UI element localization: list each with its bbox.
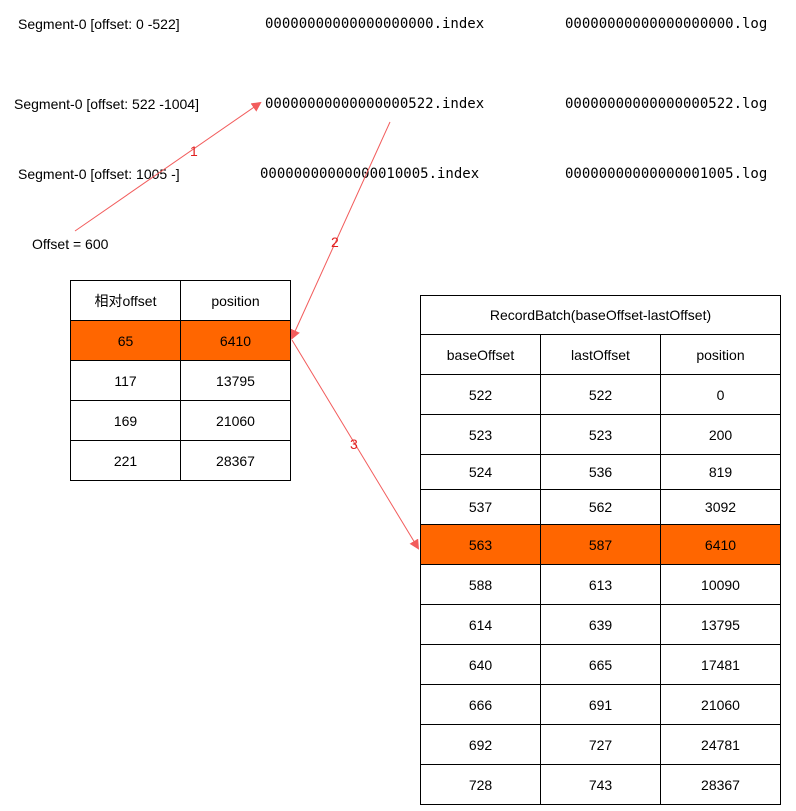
- table-row: 640 665 17481: [420, 644, 781, 685]
- table-cell: 587: [540, 524, 661, 565]
- table-row: 117 13795: [70, 360, 291, 401]
- table-cell: 24781: [660, 724, 781, 765]
- table-row: 537 562 3092: [420, 489, 781, 525]
- table-cell: 728: [420, 764, 541, 805]
- table-cell: 3092: [660, 489, 781, 525]
- column-header: position: [180, 280, 291, 321]
- table-cell: 522: [420, 374, 541, 415]
- table-cell: 691: [540, 684, 661, 725]
- table-cell: 65: [70, 320, 181, 361]
- table-cell: 692: [420, 724, 541, 765]
- table-cell: 523: [420, 414, 541, 455]
- table-caption: RecordBatch(baseOffset-lastOffset): [420, 295, 781, 335]
- record-batch-table: RecordBatch(baseOffset-lastOffset) baseO…: [420, 295, 781, 805]
- table-cell: 17481: [660, 644, 781, 685]
- table-cell: 221: [70, 440, 181, 481]
- table-cell: 21060: [180, 400, 291, 441]
- step-label: 2: [331, 234, 339, 250]
- table-cell: 562: [540, 489, 661, 525]
- table-row-highlighted: 563 587 6410: [420, 524, 781, 565]
- step-label: 3: [350, 436, 358, 452]
- step-label: 1: [190, 143, 198, 159]
- table-cell: 522: [540, 374, 661, 415]
- table-row: 666 691 21060: [420, 684, 781, 725]
- table-row: 614 639 13795: [420, 604, 781, 645]
- table-cell: 666: [420, 684, 541, 725]
- table-row: 728 743 28367: [420, 764, 781, 805]
- table-cell: 588: [420, 564, 541, 605]
- index-table: 相对offset position 65 6410 117 13795 169 …: [70, 280, 291, 481]
- table-row: 522 522 0: [420, 374, 781, 415]
- table-cell: 537: [420, 489, 541, 525]
- table-cell: 21060: [660, 684, 781, 725]
- column-header: lastOffset: [540, 334, 661, 375]
- table-cell: 13795: [180, 360, 291, 401]
- table-cell: 28367: [180, 440, 291, 481]
- table-row: 523 523 200: [420, 414, 781, 455]
- column-header: baseOffset: [420, 334, 541, 375]
- table-row: 588 613 10090: [420, 564, 781, 605]
- table-cell: 727: [540, 724, 661, 765]
- table-cell: 563: [420, 524, 541, 565]
- column-header: 相对offset: [70, 280, 181, 321]
- table-row: 692 727 24781: [420, 724, 781, 765]
- table-cell: 614: [420, 604, 541, 645]
- table-header-row: baseOffset lastOffset position: [420, 334, 781, 375]
- table-cell: 13795: [660, 604, 781, 645]
- table-row: 221 28367: [70, 440, 291, 481]
- table-cell: 200: [660, 414, 781, 455]
- table-cell: 819: [660, 454, 781, 490]
- column-header: position: [660, 334, 781, 375]
- table-cell: 117: [70, 360, 181, 401]
- table-caption-row: RecordBatch(baseOffset-lastOffset): [420, 295, 781, 335]
- table-cell: 169: [70, 400, 181, 441]
- table-row: 524 536 819: [420, 454, 781, 490]
- table-row: 169 21060: [70, 400, 291, 441]
- table-cell: 640: [420, 644, 541, 685]
- table-cell: 28367: [660, 764, 781, 805]
- table-row-highlighted: 65 6410: [70, 320, 291, 361]
- table-cell: 6410: [660, 524, 781, 565]
- table-cell: 743: [540, 764, 661, 805]
- table-cell: 639: [540, 604, 661, 645]
- table-cell: 10090: [660, 564, 781, 605]
- table-cell: 6410: [180, 320, 291, 361]
- table-cell: 665: [540, 644, 661, 685]
- table-header-row: 相对offset position: [70, 280, 291, 321]
- table-cell: 0: [660, 374, 781, 415]
- table-cell: 536: [540, 454, 661, 490]
- arrow-step-2: [290, 121, 391, 340]
- table-cell: 613: [540, 564, 661, 605]
- table-cell: 524: [420, 454, 541, 490]
- arrow-step-1: [74, 101, 262, 232]
- table-cell: 523: [540, 414, 661, 455]
